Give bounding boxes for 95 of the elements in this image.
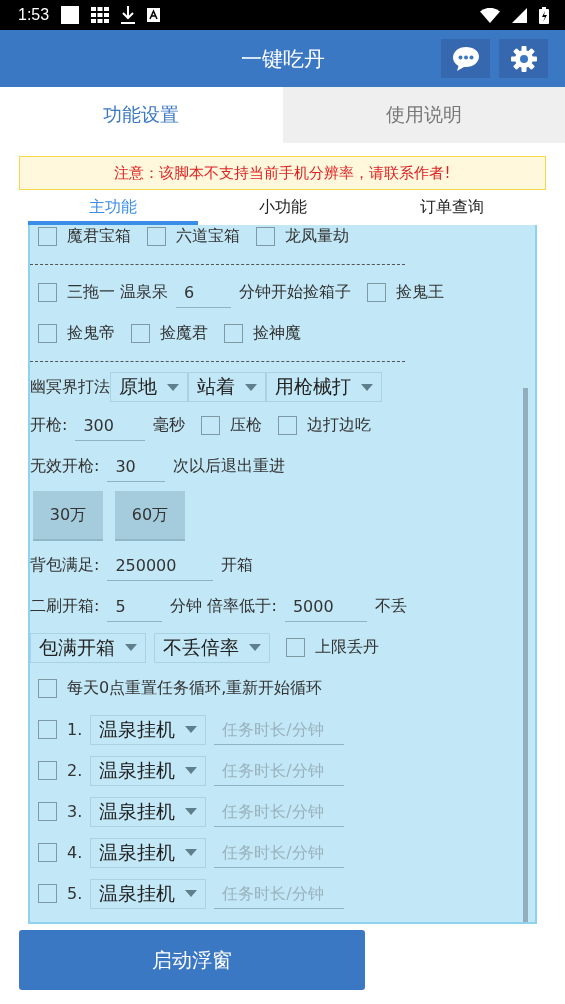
checkbox[interactable] <box>278 416 298 435</box>
checkbox-label: 3. <box>67 802 83 821</box>
download-icon <box>121 6 136 24</box>
amount-button[interactable]: 60万 <box>115 491 185 541</box>
settings-button[interactable] <box>499 39 548 78</box>
input-field[interactable]: 300 <box>75 410 146 441</box>
checkbox[interactable] <box>38 283 57 302</box>
checkbox-label: 上限丢丹 <box>315 637 379 658</box>
input-field[interactable]: 5000 <box>284 591 367 622</box>
dropdown[interactable]: 包满开箱 <box>30 632 146 663</box>
caret-icon <box>185 726 198 733</box>
caret-icon <box>249 644 261 651</box>
checkbox-label: 1. <box>67 720 83 739</box>
field-label: 开箱 <box>221 555 254 576</box>
grid-icon <box>91 7 110 23</box>
dropdown[interactable]: 温泉挂机 <box>90 878 207 909</box>
chat-bubble-icon <box>451 45 480 72</box>
checkbox[interactable] <box>131 324 150 343</box>
field-label: 次以后退出重进 <box>173 456 286 477</box>
input-field[interactable]: 5 <box>107 591 163 622</box>
caret-icon <box>167 383 179 391</box>
tab[interactable]: 使用说明 <box>282 87 565 143</box>
field-label: 幽冥界打法 <box>30 376 110 398</box>
checkbox-label: 2. <box>67 761 83 780</box>
field-label: 不丢 <box>374 596 407 617</box>
sub-tab[interactable]: 小功能 <box>197 193 368 225</box>
caret-icon <box>185 890 198 897</box>
checkbox[interactable] <box>201 416 221 435</box>
checkbox-label: 每天0点重置任务循环,重新开始循环 <box>67 678 323 699</box>
notification-square-icon <box>61 6 80 24</box>
field-label: 毫秒 <box>153 415 186 436</box>
input-field[interactable]: 任务时长/分钟 <box>214 796 345 827</box>
checkbox-label: 魔君宝箱 <box>67 226 131 247</box>
field-label: 二刷开箱: <box>30 596 100 617</box>
checkbox[interactable] <box>38 720 57 739</box>
checkbox[interactable] <box>38 227 57 246</box>
input-field[interactable]: 6 <box>176 277 232 308</box>
signal-icon <box>512 7 527 23</box>
checkbox-label: 捡魔君 <box>160 323 208 344</box>
checkbox-label: 六道宝箱 <box>176 226 240 247</box>
start-floating-window-button[interactable]: 启动浮窗 <box>19 930 365 990</box>
checkbox-label: 捡鬼王 <box>396 282 445 303</box>
field-label: 开枪: <box>30 415 68 436</box>
checkbox[interactable] <box>224 324 243 343</box>
input-field[interactable]: 30 <box>107 451 166 482</box>
battery-icon <box>539 6 549 24</box>
caret-icon <box>245 383 257 391</box>
checkbox-label: 压枪 <box>230 415 263 436</box>
caret-icon <box>185 849 198 856</box>
sub-tab[interactable]: 订单查询 <box>367 193 537 225</box>
checkbox[interactable] <box>147 227 166 246</box>
input-field[interactable]: 任务时长/分钟 <box>214 714 345 745</box>
amount-button[interactable]: 30万 <box>33 491 103 541</box>
chat-button[interactable] <box>441 39 490 78</box>
checkbox[interactable] <box>286 638 305 657</box>
checkbox[interactable] <box>38 324 57 343</box>
checkbox[interactable] <box>38 679 57 698</box>
dropdown[interactable]: 站着 <box>188 372 266 402</box>
caret-icon <box>125 644 137 651</box>
input-field[interactable]: 任务时长/分钟 <box>214 755 345 786</box>
app-title: 一键吃丹 <box>240 45 325 73</box>
checkbox[interactable] <box>367 283 387 302</box>
dropdown[interactable]: 不丢倍率 <box>154 632 270 663</box>
checkbox-label: 5. <box>67 884 83 903</box>
checkbox-label: 4. <box>67 843 83 862</box>
status-time: 1:53 <box>18 6 50 24</box>
checkbox-label: 捡鬼帝 <box>67 323 115 344</box>
dropdown[interactable]: 温泉挂机 <box>90 837 207 868</box>
warning-banner: 注意：该脚本不支持当前手机分辨率，请联系作者! <box>19 156 546 190</box>
input-field[interactable]: 250000 <box>107 550 214 581</box>
input-field[interactable]: 任务时长/分钟 <box>214 837 345 868</box>
dropdown[interactable]: 温泉挂机 <box>90 714 207 745</box>
dropdown[interactable]: 温泉挂机 <box>90 796 207 827</box>
checkbox-label: 龙凤量劫 <box>285 226 349 247</box>
checkbox[interactable] <box>256 227 275 246</box>
caret-icon <box>185 767 198 774</box>
dropdown[interactable]: 温泉挂机 <box>90 755 207 786</box>
checkbox[interactable] <box>38 843 57 862</box>
dropdown[interactable]: 原地 <box>110 372 188 402</box>
caret-icon <box>185 808 198 815</box>
checkbox[interactable] <box>38 802 57 821</box>
field-label: 背包满足: <box>30 555 100 576</box>
checkbox-label: 边打边吃 <box>307 415 372 436</box>
checkbox-label: 三拖一 温泉呆 <box>67 282 169 303</box>
wifi-icon <box>480 7 500 23</box>
field-label: 无效开枪: <box>30 456 100 477</box>
field-label: 分钟 倍率低于: <box>170 596 277 617</box>
checkbox-label: 捡神魔 <box>253 323 301 344</box>
caret-icon <box>361 383 373 391</box>
keyboard-icon <box>147 8 161 22</box>
input-field[interactable]: 任务时长/分钟 <box>214 878 345 909</box>
checkbox[interactable] <box>38 884 57 903</box>
field-label: 分钟开始捡箱子 <box>239 282 352 303</box>
checkbox[interactable] <box>38 761 57 780</box>
dropdown[interactable]: 用枪械打 <box>266 372 382 402</box>
